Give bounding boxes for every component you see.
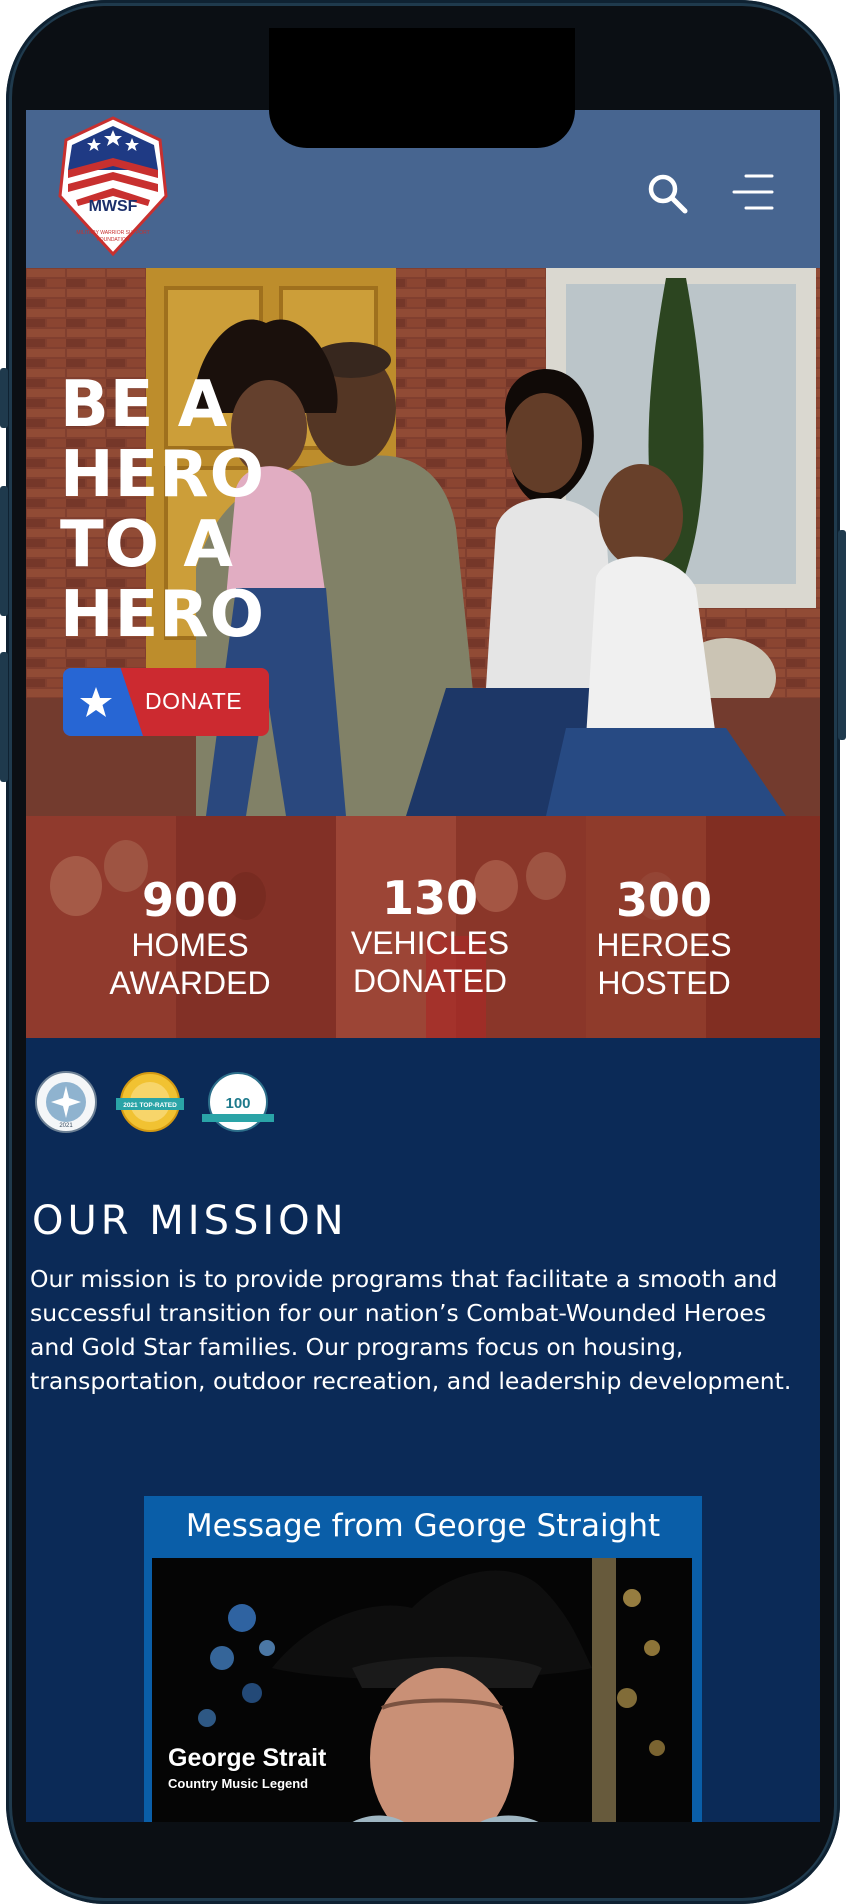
stat-label-line: HEROES xyxy=(596,927,732,963)
star-icon xyxy=(80,687,112,717)
greatnonprofits-top-rated-badge[interactable]: 2021 TOP-RATED xyxy=(114,1070,186,1138)
hero-headline: BE A HERO TO A HERO xyxy=(60,370,320,650)
video-card: Message from George Straight George Stra… xyxy=(144,1496,702,1822)
charity-navigator-score: 100 xyxy=(225,1095,250,1112)
video-caption-subtitle: Country Music Legend xyxy=(168,1776,309,1791)
svg-text:FOUNDATION: FOUNDATION xyxy=(97,237,130,243)
stat-heroes: 300 HEROES HOSTED xyxy=(544,874,784,1002)
donate-star-badge xyxy=(63,668,143,736)
logo-wordmark: MWSF xyxy=(88,198,138,215)
phone-notch xyxy=(269,28,575,148)
svg-text:MILITARY WARRIOR SUPPORT: MILITARY WARRIOR SUPPORT xyxy=(76,230,149,236)
stat-label-line: DONATED xyxy=(352,963,508,999)
hamburger-menu-icon[interactable] xyxy=(732,172,776,216)
stat-number: 900 xyxy=(141,873,239,927)
hero-headline-line: BE A xyxy=(60,368,229,442)
stat-label-line: VEHICLES xyxy=(350,925,510,961)
video-caption-name: George Strait xyxy=(168,1744,327,1772)
stat-label-line: AWARDED xyxy=(109,965,271,1001)
donate-label: DONATE xyxy=(145,688,243,714)
search-icon[interactable] xyxy=(646,172,690,216)
candid-seal-year: 2021 xyxy=(59,1123,73,1129)
charity-navigator-badge[interactable]: 100 xyxy=(198,1070,278,1138)
hero-banner: BE A HERO TO A HERO DONATE xyxy=(26,268,820,816)
stat-number: 300 xyxy=(615,873,713,927)
stat-label-line: HOSTED xyxy=(597,965,731,1001)
mwsf-logo[interactable]: MILITARY WARRIOR SUPPORT FOUNDATION MWSF xyxy=(56,114,170,260)
video-title: Message from George Straight xyxy=(185,1508,661,1544)
hero-headline-line: HERO xyxy=(60,438,265,512)
phone-side-button xyxy=(0,652,8,782)
donate-button[interactable]: DONATE xyxy=(63,668,269,736)
hero-headline-line: HERO xyxy=(60,578,265,652)
phone-side-button xyxy=(0,368,8,428)
phone-side-button xyxy=(0,486,8,616)
candid-platinum-seal-badge[interactable]: 2021 xyxy=(34,1070,98,1138)
phone-side-button xyxy=(838,530,846,740)
greatnonprofits-ribbon-text: 2021 TOP-RATED xyxy=(123,1102,177,1109)
video-player[interactable]: George Strait Country Music Legend xyxy=(152,1558,692,1822)
mission-text: Our mission is to provide programs that … xyxy=(30,1265,792,1395)
stat-vehicles: 130 VEHICLES DONATED xyxy=(310,872,550,1000)
stat-number: 130 xyxy=(381,871,479,925)
stat-homes: 900 HOMES AWARDED xyxy=(70,874,310,1002)
screen: MILITARY WARRIOR SUPPORT FOUNDATION MWSF xyxy=(26,110,820,1822)
stat-label-line: HOMES xyxy=(131,927,249,963)
impact-stats: 900 HOMES AWARDED 130 VEHICLES DONATED 3… xyxy=(26,816,820,1038)
hero-headline-line: TO A xyxy=(60,508,234,582)
mission-heading: OUR MISSION xyxy=(32,1198,348,1244)
